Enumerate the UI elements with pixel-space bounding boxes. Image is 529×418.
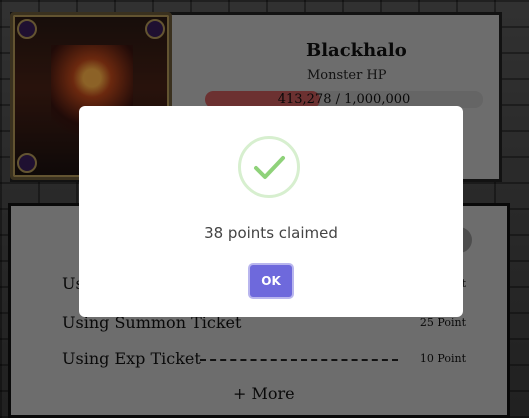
check-icon <box>238 136 300 198</box>
ok-button[interactable]: OK <box>250 265 292 297</box>
claim-dialog: 38 points claimed OK <box>79 106 463 317</box>
dialog-message: 38 points claimed <box>204 224 338 242</box>
